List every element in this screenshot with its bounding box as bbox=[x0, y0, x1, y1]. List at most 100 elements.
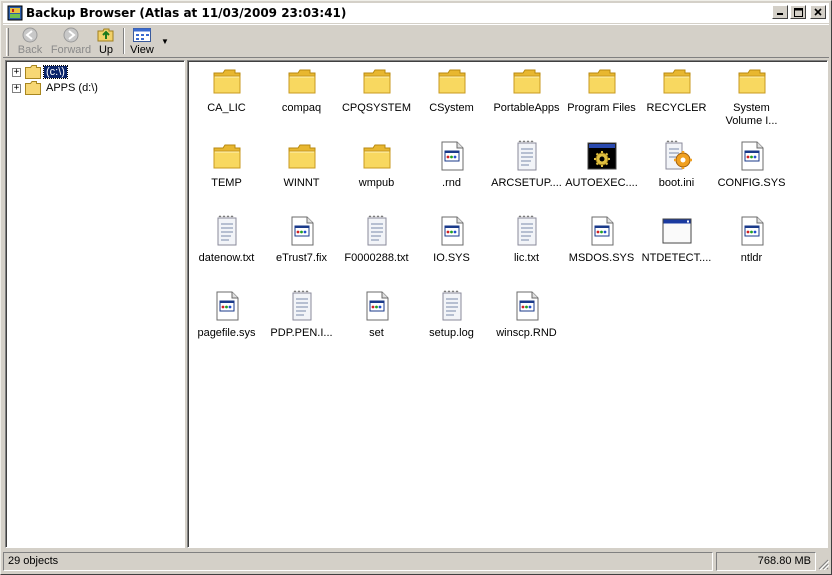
tree-item-label[interactable]: (c:\) bbox=[43, 65, 68, 79]
toolbar-separator bbox=[123, 28, 125, 54]
item-label: F0000288.txt bbox=[344, 252, 409, 264]
generic-file-icon bbox=[361, 290, 393, 322]
folder-item[interactable]: RECYCLER bbox=[639, 65, 714, 115]
item-label: NTDETECT.... bbox=[641, 252, 712, 264]
folder-icon bbox=[286, 65, 318, 97]
item-label: WINNT bbox=[283, 177, 320, 189]
tree-item-label[interactable]: APPS (d:\) bbox=[44, 82, 100, 94]
file-item[interactable]: boot.ini bbox=[639, 140, 714, 190]
maximize-icon bbox=[793, 7, 803, 17]
item-label: lic.txt bbox=[513, 252, 540, 264]
item-label: winscp.RND bbox=[496, 327, 557, 339]
view-icon bbox=[133, 27, 151, 43]
item-label: wmpub bbox=[358, 177, 395, 189]
application-file-icon bbox=[661, 215, 693, 247]
folder-item[interactable]: CA_LIC bbox=[189, 65, 264, 115]
forward-button[interactable]: Forward bbox=[49, 25, 93, 57]
folder-item[interactable]: wmpub bbox=[339, 140, 414, 190]
expand-icon[interactable]: + bbox=[12, 83, 21, 93]
item-label: boot.ini bbox=[658, 177, 695, 189]
back-button[interactable]: Back bbox=[13, 25, 47, 57]
file-item[interactable]: winscp.RND bbox=[489, 290, 564, 340]
folder-icon bbox=[211, 140, 243, 172]
view-button[interactable]: View bbox=[129, 25, 155, 57]
folder-item[interactable]: Program Files bbox=[564, 65, 639, 115]
folder-icon bbox=[361, 65, 393, 97]
file-item[interactable]: lic.txt bbox=[489, 215, 564, 265]
backup-app-icon bbox=[7, 5, 23, 21]
file-item[interactable]: ARCSETUP.... bbox=[489, 140, 564, 190]
maximize-button[interactable] bbox=[790, 5, 806, 19]
expand-icon[interactable]: + bbox=[12, 67, 21, 77]
folder-item[interactable]: CSystem bbox=[414, 65, 489, 115]
file-item[interactable]: PDP.PEN.I... bbox=[264, 290, 339, 340]
file-item[interactable]: ntldr bbox=[714, 215, 789, 265]
view-label: View bbox=[130, 44, 154, 56]
resize-grip-icon[interactable] bbox=[817, 558, 829, 570]
file-item[interactable]: NTDETECT.... bbox=[639, 215, 714, 265]
folder-item[interactable]: CPQSYSTEM bbox=[339, 65, 414, 115]
file-item[interactable]: CONFIG.SYS bbox=[714, 140, 789, 190]
folder-icon bbox=[661, 65, 693, 97]
file-item[interactable]: eTrust7.fix bbox=[264, 215, 339, 265]
folder-item[interactable]: compaq bbox=[264, 65, 339, 115]
file-item[interactable]: AUTOEXEC.... bbox=[564, 140, 639, 190]
generic-file-icon bbox=[736, 215, 768, 247]
view-dropdown-arrow-icon[interactable]: ▼ bbox=[161, 37, 169, 46]
item-label: TEMP bbox=[211, 177, 242, 189]
text-file-icon bbox=[286, 290, 318, 322]
text-file-icon bbox=[361, 215, 393, 247]
forward-arrow-icon bbox=[62, 27, 80, 43]
file-item[interactable]: IO.SYS bbox=[414, 215, 489, 265]
forward-label: Forward bbox=[50, 44, 92, 56]
item-label: PortableApps bbox=[493, 102, 560, 114]
item-label: PDP.PEN.I... bbox=[270, 327, 333, 339]
file-item[interactable]: setup.log bbox=[414, 290, 489, 340]
item-label: ARCSETUP.... bbox=[491, 177, 562, 189]
file-item[interactable]: datenow.txt bbox=[189, 215, 264, 265]
item-label: CONFIG.SYS bbox=[717, 177, 786, 189]
minimize-icon bbox=[777, 13, 783, 15]
back-label: Back bbox=[17, 44, 43, 56]
close-button[interactable] bbox=[810, 5, 826, 19]
file-list[interactable]: CA_LIC compaq CPQSYSTEM CSystem PortableApps… bbox=[187, 60, 828, 548]
batch-file-icon bbox=[586, 140, 618, 172]
generic-file-icon bbox=[511, 290, 543, 322]
toolbar-grip[interactable] bbox=[6, 28, 9, 56]
generic-file-icon bbox=[211, 290, 243, 322]
file-item[interactable]: pagefile.sys bbox=[189, 290, 264, 340]
text-file-icon bbox=[511, 215, 543, 247]
item-label: CSystem bbox=[429, 102, 474, 114]
tree-item-c-drive[interactable]: + (c:\) bbox=[12, 64, 68, 80]
item-label: RECYCLER bbox=[646, 102, 707, 114]
tree-item-d-drive[interactable]: + APPS (d:\) bbox=[12, 80, 100, 96]
item-label: IO.SYS bbox=[433, 252, 470, 264]
folder-item[interactable]: WINNT bbox=[264, 140, 339, 190]
status-bar: 29 objects 768.80 MB bbox=[3, 551, 829, 572]
folder-icon bbox=[736, 65, 768, 97]
folder-icon bbox=[25, 65, 41, 79]
title-bar[interactable]: Backup Browser (Atlas at 11/03/2009 23:0… bbox=[3, 3, 829, 23]
item-label: setup.log bbox=[429, 327, 474, 339]
item-label: eTrust7.fix bbox=[276, 252, 327, 264]
generic-file-icon bbox=[436, 140, 468, 172]
file-item[interactable]: set bbox=[339, 290, 414, 340]
file-item[interactable]: F0000288.txt bbox=[339, 215, 414, 265]
folder-tree[interactable]: + (c:\) + APPS (d:\) bbox=[5, 60, 185, 548]
file-item[interactable]: MSDOS.SYS bbox=[564, 215, 639, 265]
up-button[interactable]: Up bbox=[95, 25, 117, 57]
up-label: Up bbox=[98, 44, 114, 56]
item-label: compaq bbox=[281, 102, 322, 114]
item-label: ntldr bbox=[740, 252, 763, 264]
file-item[interactable]: .rnd bbox=[414, 140, 489, 190]
minimize-button[interactable] bbox=[772, 5, 788, 19]
generic-file-icon bbox=[286, 215, 318, 247]
generic-file-icon bbox=[436, 215, 468, 247]
folder-item[interactable]: PortableApps bbox=[489, 65, 564, 115]
item-label: datenow.txt bbox=[198, 252, 255, 264]
folder-icon bbox=[511, 65, 543, 97]
folder-item[interactable]: TEMP bbox=[189, 140, 264, 190]
window-title: Backup Browser (Atlas at 11/03/2009 23:0… bbox=[26, 6, 347, 20]
folder-item[interactable]: System Volume I... bbox=[714, 65, 789, 128]
item-label: AUTOEXEC.... bbox=[565, 177, 638, 189]
